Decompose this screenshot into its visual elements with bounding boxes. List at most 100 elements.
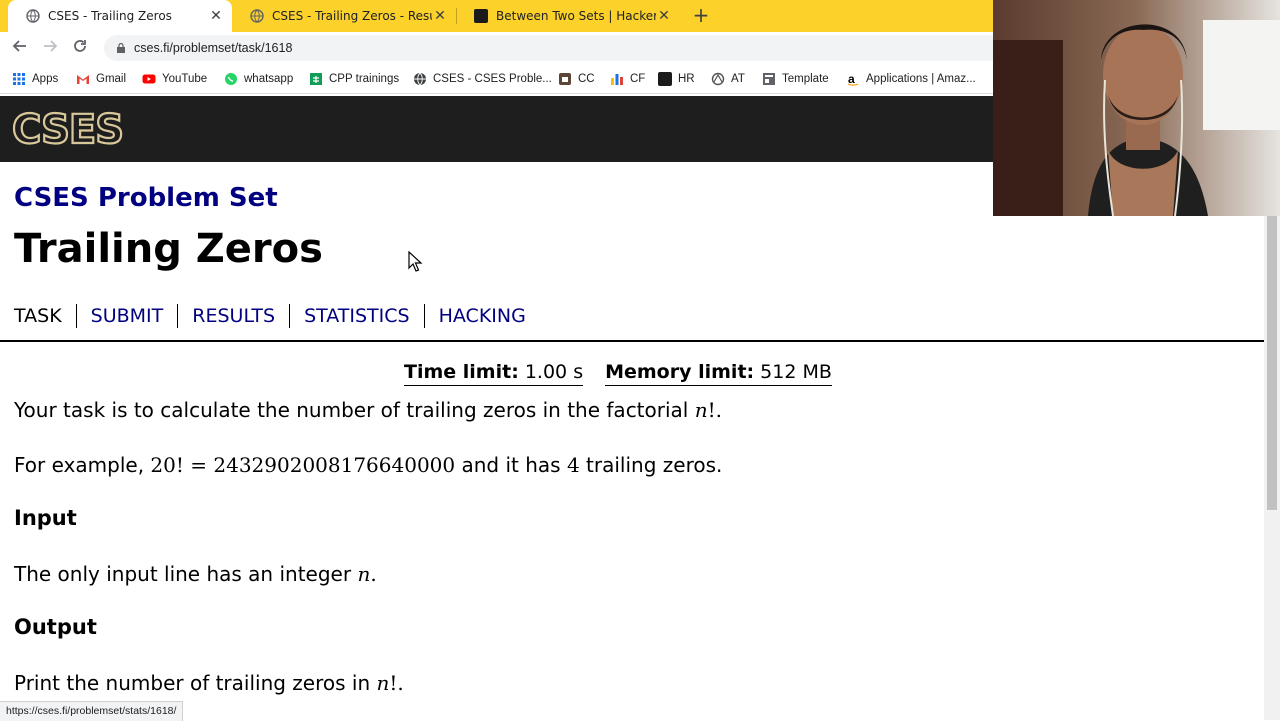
- page-title: Trailing Zeros: [14, 226, 323, 272]
- mouse-cursor-icon: [408, 251, 423, 272]
- close-tab-icon[interactable]: ✕: [656, 8, 672, 24]
- youtube-icon: [142, 74, 156, 84]
- bookmark-label: CC: [578, 73, 595, 85]
- statement-text: .: [370, 562, 377, 586]
- reload-icon: [74, 40, 86, 52]
- hackerrank-icon: [474, 9, 488, 23]
- link-status-bar: https://cses.fi/problemset/stats/1618/: [0, 701, 184, 721]
- tab-cses-results[interactable]: CSES - Trailing Zeros - Results ✕: [232, 0, 456, 32]
- bookmark-label: Apps: [32, 73, 59, 85]
- statement-text: Print the number of trailing zeros in: [14, 671, 377, 695]
- bookmark-cc[interactable]: CC: [558, 71, 595, 87]
- lock-icon: [117, 43, 125, 53]
- close-tab-icon[interactable]: ✕: [432, 8, 448, 24]
- new-tab-button[interactable]: +: [690, 4, 712, 26]
- tab-title: CSES - Trailing Zeros: [48, 9, 172, 23]
- statement-text: trailing zeros.: [579, 453, 723, 477]
- bookmark-youtube[interactable]: YouTube: [142, 71, 207, 87]
- back-arrow-icon: [12, 40, 26, 52]
- output-paragraph: Print the number of trailing zeros in n!…: [14, 671, 404, 695]
- limits-bar: Time limit: 1.00 s Memory limit: 512 MB: [404, 361, 832, 386]
- apps-grid-icon: [13, 73, 25, 85]
- bookmark-amazon[interactable]: a Applications | Amaz...: [846, 71, 976, 87]
- statement-text: !.: [389, 671, 404, 695]
- amazon-icon: a: [847, 72, 859, 86]
- nav-statistics[interactable]: STATISTICS: [289, 304, 424, 328]
- cses-logo-image: CSES: [11, 106, 125, 154]
- time-limit: Time limit: 1.00 s: [404, 361, 584, 386]
- codechef-icon: [559, 73, 571, 85]
- statement-text: Your task is to calculate the number of …: [14, 398, 695, 422]
- math-example: 20! = 2432902008176640000: [150, 453, 456, 477]
- problem-set-link[interactable]: CSES Problem Set: [14, 183, 278, 213]
- bookmark-label: Applications | Amaz...: [866, 73, 976, 85]
- statement-text: For example,: [14, 453, 151, 477]
- gmail-icon: [77, 75, 89, 84]
- globe-icon: [414, 72, 426, 86]
- tab-cses-trailing-zeros[interactable]: CSES - Trailing Zeros ✕: [8, 0, 232, 32]
- nav-task[interactable]: TASK: [0, 304, 76, 328]
- url-text: cses.fi/problemset/task/1618: [134, 41, 293, 55]
- bookmark-cpp-trainings[interactable]: CPP trainings: [309, 71, 399, 87]
- globe-icon: [250, 9, 264, 23]
- bookmark-whatsapp[interactable]: whatsapp: [224, 71, 293, 87]
- input-heading: Input: [14, 506, 77, 530]
- statement-text: The only input line has an integer: [14, 562, 358, 586]
- codeforces-icon: [611, 74, 623, 85]
- bookmark-label: HR: [678, 73, 695, 85]
- statement-text: and it has: [455, 453, 567, 477]
- statement-paragraph-example: For example, 20! = 2432902008176640000 a…: [14, 453, 722, 477]
- memory-limit-value: 512 MB: [760, 361, 832, 383]
- tab-title: CSES - Trailing Zeros - Results: [272, 9, 432, 23]
- memory-limit-label: Memory limit:: [605, 361, 755, 383]
- forward-arrow-icon: [44, 40, 58, 52]
- bookmark-cf[interactable]: CF: [610, 71, 645, 87]
- math-n: n: [376, 671, 390, 695]
- cses-logo[interactable]: CSES: [11, 106, 142, 154]
- math-four: 4: [566, 453, 580, 477]
- whatsapp-icon: [225, 73, 237, 85]
- output-heading: Output: [14, 615, 97, 639]
- google-sheets-icon: [310, 73, 322, 85]
- nav-hacking[interactable]: HACKING: [423, 304, 540, 328]
- tab-title: Between Two Sets | HackerRank: [496, 9, 656, 23]
- bookmark-label: CF: [630, 73, 646, 85]
- statement-text: !.: [707, 398, 723, 422]
- atcoder-icon: [711, 72, 725, 86]
- tab-hackerrank[interactable]: Between Two Sets | HackerRank ✕: [456, 0, 680, 32]
- webcam-person-image: [993, 0, 1280, 216]
- bookmark-label: CSES - CSES Proble...: [433, 73, 552, 85]
- globe-icon: [26, 9, 40, 23]
- bookmark-hr[interactable]: HR: [658, 71, 695, 87]
- statement-paragraph-task: Your task is to calculate the number of …: [14, 398, 722, 422]
- nav-submit[interactable]: SUBMIT: [75, 304, 178, 328]
- nav-results[interactable]: RESULTS: [177, 304, 289, 328]
- svg-text:CSES: CSES: [12, 110, 123, 150]
- bookmark-apps[interactable]: Apps: [12, 71, 58, 87]
- math-n: n: [357, 562, 371, 586]
- task-nav: TASK SUBMIT RESULTS STATISTICS HACKING: [0, 300, 540, 332]
- template-icon: [763, 73, 775, 85]
- page-scrollbar[interactable]: [1264, 216, 1280, 720]
- bookmark-label: CPP trainings: [329, 73, 400, 85]
- scrollbar-thumb[interactable]: [1267, 216, 1277, 510]
- input-paragraph: The only input line has an integer n.: [14, 562, 377, 586]
- bookmark-cses[interactable]: CSES - CSES Proble...: [413, 71, 552, 87]
- bookmark-at[interactable]: AT: [711, 71, 745, 87]
- bookmark-template[interactable]: Template: [762, 71, 829, 87]
- address-bar[interactable]: cses.fi/problemset/task/1618: [104, 35, 1004, 61]
- bookmark-gmail[interactable]: Gmail: [76, 71, 126, 87]
- bookmark-label: Gmail: [96, 73, 127, 85]
- bookmark-label: Template: [782, 73, 829, 85]
- webcam-overlay: [993, 0, 1280, 216]
- math-n: n: [694, 398, 708, 422]
- bookmark-label: AT: [731, 73, 745, 85]
- close-tab-icon[interactable]: ✕: [208, 8, 224, 24]
- memory-limit: Memory limit: 512 MB: [605, 361, 832, 386]
- bookmark-label: whatsapp: [244, 73, 294, 85]
- back-button[interactable]: [10, 38, 30, 58]
- nav-divider: [0, 340, 1264, 342]
- forward-button[interactable]: [40, 38, 60, 58]
- bookmark-label: YouTube: [162, 73, 208, 85]
- reload-button[interactable]: [70, 38, 90, 58]
